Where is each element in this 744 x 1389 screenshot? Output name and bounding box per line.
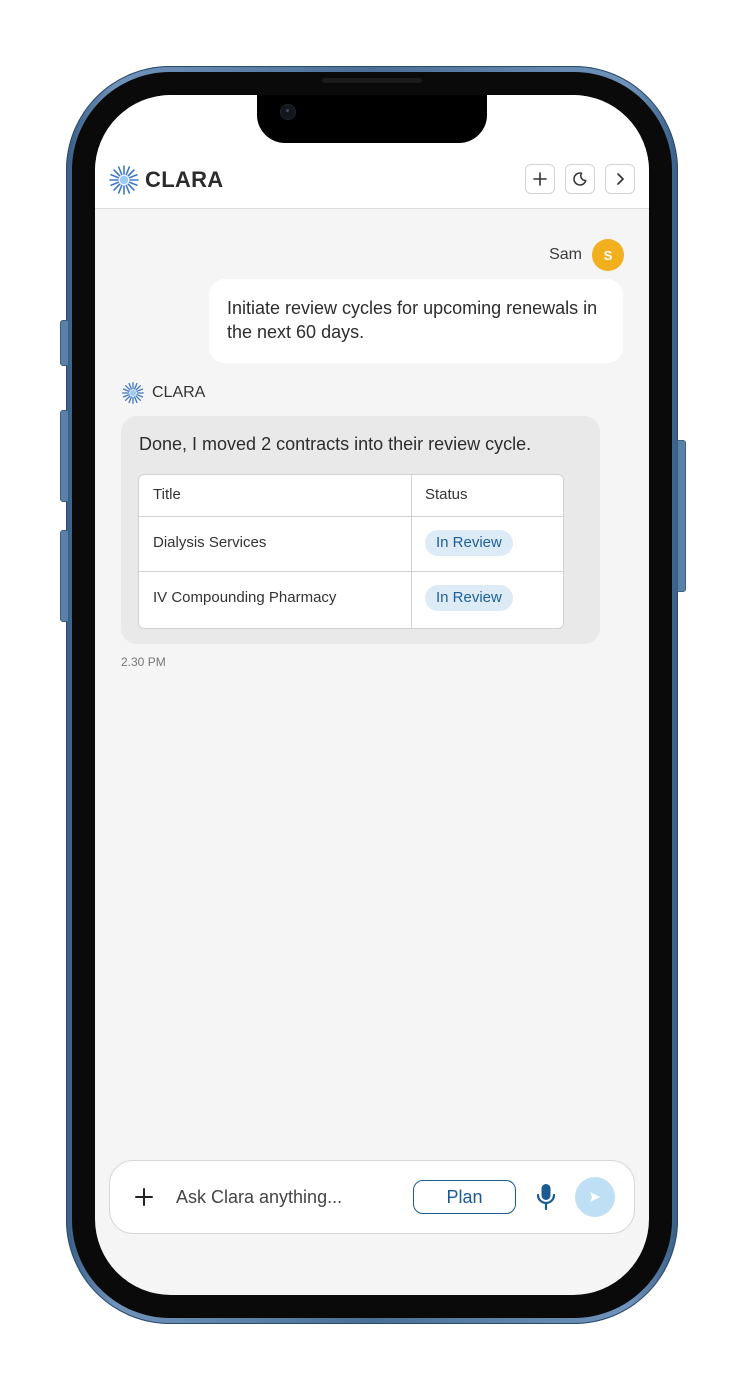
collapse-panel-button[interactable] bbox=[605, 164, 635, 194]
send-icon bbox=[590, 1192, 600, 1202]
new-chat-button[interactable] bbox=[525, 164, 555, 194]
brand-title: CLARA bbox=[145, 167, 224, 192]
phone-screen: CLARA Sam S Initiate review cycles for u… bbox=[95, 95, 649, 1295]
silent-switch bbox=[60, 320, 69, 366]
status-badge: In Review bbox=[425, 530, 513, 556]
table-header-divider bbox=[139, 516, 563, 517]
volume-down-button bbox=[60, 530, 69, 622]
chevron-right-icon bbox=[617, 173, 624, 185]
chat-composer: Plan bbox=[109, 1160, 635, 1234]
table-row-divider bbox=[139, 571, 563, 572]
message-timestamp: 2.30 PM bbox=[121, 655, 166, 669]
table-header-title: Title bbox=[153, 486, 181, 503]
table-header-status: Status bbox=[425, 486, 468, 503]
clara-logo-icon bbox=[109, 165, 139, 195]
speaker-grille bbox=[322, 78, 422, 83]
clara-avatar-icon bbox=[122, 382, 144, 404]
status-badge: In Review bbox=[425, 585, 513, 611]
chat-input[interactable] bbox=[176, 1185, 386, 1209]
table-column-divider bbox=[411, 475, 412, 628]
attach-plus-icon[interactable] bbox=[134, 1187, 154, 1207]
plan-button[interactable]: Plan bbox=[413, 1180, 516, 1214]
assistant-name: CLARA bbox=[152, 384, 206, 401]
front-camera bbox=[280, 104, 296, 120]
table-cell-title: Dialysis Services bbox=[153, 534, 267, 551]
user-name: Sam bbox=[549, 246, 582, 263]
assistant-message-text: Done, I moved 2 contracts into their rev… bbox=[139, 434, 532, 454]
user-message-bubble: Initiate review cycles for upcoming rene… bbox=[209, 279, 623, 363]
microphone-icon[interactable] bbox=[534, 1182, 558, 1212]
power-button bbox=[677, 440, 686, 592]
moon-icon bbox=[573, 172, 587, 186]
volume-up-button bbox=[60, 410, 69, 502]
send-button[interactable] bbox=[575, 1177, 615, 1217]
plus-icon bbox=[533, 172, 547, 186]
user-avatar: S bbox=[592, 239, 624, 271]
contracts-table: Title Status Dialysis Services In Review… bbox=[138, 474, 564, 629]
table-cell-title: IV Compounding Pharmacy bbox=[153, 589, 337, 606]
theme-toggle-button[interactable] bbox=[565, 164, 595, 194]
assistant-message-bubble: Done, I moved 2 contracts into their rev… bbox=[121, 416, 600, 644]
notch bbox=[257, 95, 487, 143]
